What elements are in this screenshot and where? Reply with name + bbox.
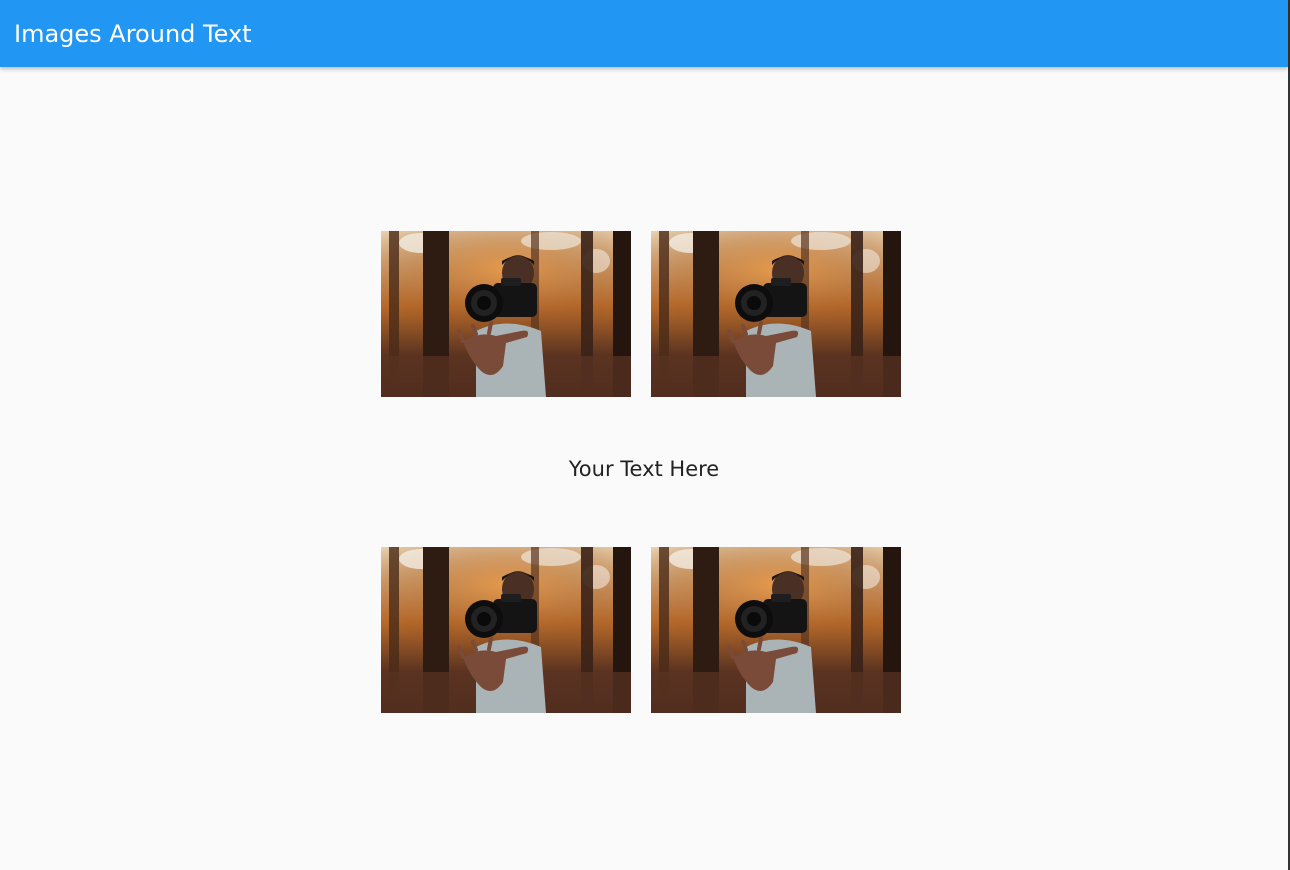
- main-content: Your Text Here: [0, 67, 1288, 870]
- app-bar: Images Around Text: [0, 0, 1288, 67]
- top-image-row: [381, 231, 901, 397]
- person-throwing-camera-photo: [651, 547, 901, 713]
- center-text: Your Text Here: [568, 457, 720, 481]
- bottom-image-row: [381, 547, 901, 713]
- app-title: Images Around Text: [14, 19, 252, 48]
- person-throwing-camera-photo: [381, 231, 631, 397]
- person-throwing-camera-photo: [381, 547, 631, 713]
- person-throwing-camera-photo: [651, 231, 901, 397]
